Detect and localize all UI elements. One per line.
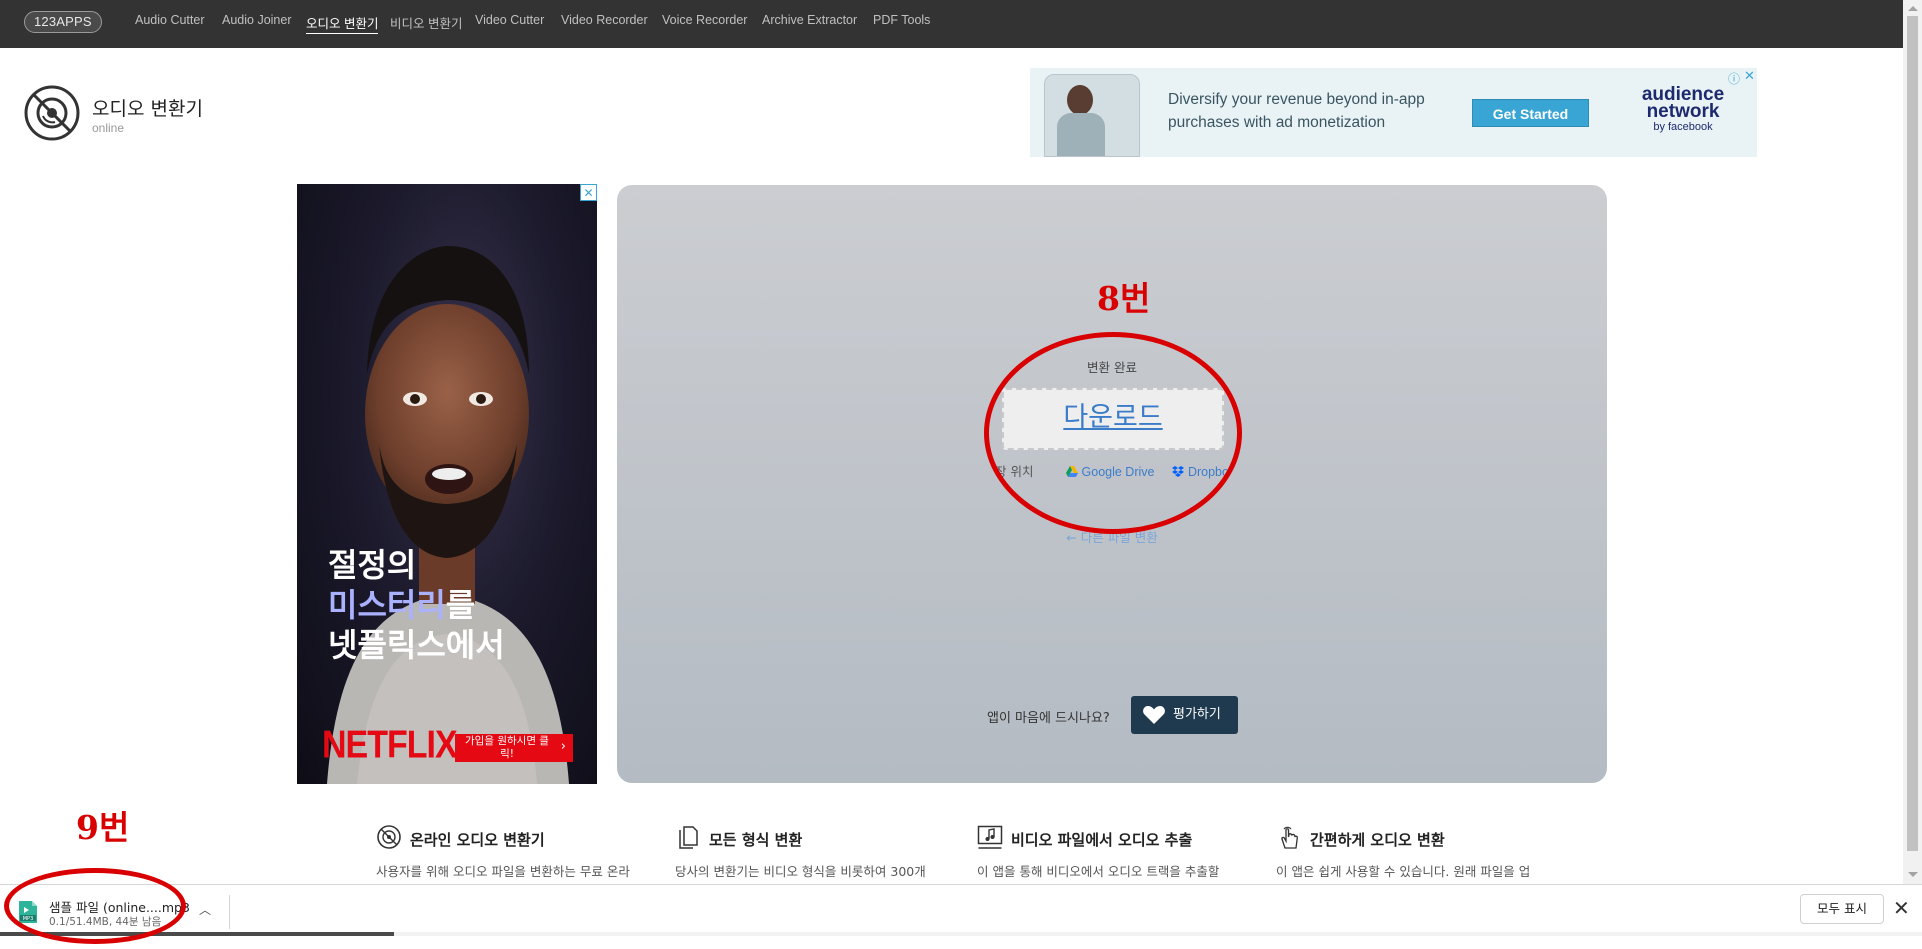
- nav-link-video-recorder[interactable]: Video Recorder: [561, 13, 648, 27]
- download-shelf: MP3 샘플 파일 (online....mp3 0.1/51.4MB, 44분…: [0, 884, 1922, 949]
- annotation-step-8: 8번: [1097, 279, 1151, 318]
- vertical-scrollbar[interactable]: [1903, 0, 1922, 884]
- show-all-downloads-button[interactable]: 모두 표시: [1800, 894, 1884, 924]
- netflix-logo: NETFLIX: [322, 723, 458, 767]
- rate-question: 앱이 마음에 드시나요?: [987, 711, 1110, 726]
- nav-link-audio-converter[interactable]: 오디오 변환기: [306, 13, 379, 34]
- ad-phone-image: [1044, 74, 1140, 157]
- ad-portrait-image: [327, 246, 569, 784]
- ad-side-line2: 미스터리를: [328, 585, 505, 625]
- ad-brand-sub: by facebook: [1653, 121, 1713, 133]
- feature-title: 간편하게 오디오 변환: [1310, 831, 1445, 849]
- annotation-step-9: 9번: [76, 808, 130, 847]
- top-nav: 123APPS Audio Cutter Audio Joiner 오디오 변환…: [0, 0, 1903, 48]
- rate-button-label: 평가하기: [1173, 707, 1221, 722]
- close-shelf-icon[interactable]: ✕: [1893, 896, 1910, 920]
- heart-icon: [1143, 706, 1165, 724]
- feature-title: 비디오 파일에서 오디오 추출: [1011, 831, 1193, 849]
- side-ad-banner[interactable]: ✕ 절정의 미스터리를 넷플릭스에서 NETFLIX 가입을 원하시면 클릭! …: [297, 184, 597, 784]
- nav-link-video-cutter[interactable]: Video Cutter: [475, 13, 544, 27]
- ad-side-line1: 절정의: [328, 546, 417, 584]
- download-progress-bar: [0, 932, 1922, 936]
- brand-logo[interactable]: 123APPS: [24, 11, 102, 33]
- rate-button[interactable]: 평가하기: [1131, 696, 1238, 734]
- ad-side-line3: 넷플릭스에서: [328, 626, 505, 664]
- scroll-up-arrow-icon[interactable]: [1908, 6, 1918, 11]
- nav-link-archive-extractor[interactable]: Archive Extractor: [762, 13, 857, 27]
- ad-get-started-button[interactable]: Get Started: [1472, 99, 1589, 127]
- hand-pointer-icon: [1281, 826, 1298, 849]
- ad-info-icon[interactable]: ⓘ: [1728, 70, 1740, 87]
- app-title: 오디오 변환기: [92, 98, 203, 120]
- ad-side-highlight: 미스터리: [328, 586, 446, 624]
- ad-side-cta-button[interactable]: 가입을 원하시면 클릭! ›: [455, 734, 573, 762]
- feature-desc: 사용자를 위해 오디오 파일을 변환하는 무료 온라: [376, 864, 630, 879]
- top-ad-banner[interactable]: Diversify your revenue beyond in-app pur…: [1030, 68, 1757, 157]
- files-icon: [679, 826, 698, 849]
- shelf-divider: [229, 895, 230, 929]
- ad-person-body: [1057, 113, 1105, 156]
- scroll-down-arrow-icon[interactable]: [1908, 872, 1918, 877]
- chevron-right-icon: ›: [560, 739, 566, 754]
- audio-converter-logo-icon: [24, 85, 80, 141]
- nav-link-voice-recorder[interactable]: Voice Recorder: [662, 13, 747, 27]
- ad-side-cta-label: 가입을 원하시면 클릭!: [465, 735, 549, 760]
- feature-title: 모든 형식 변환: [709, 831, 803, 849]
- feature-desc: 이 앱을 통해 비디오에서 오디오 트랙을 추출할: [977, 864, 1220, 879]
- feature-desc: 이 앱은 쉽게 사용할 수 있습니다. 원래 파일을 업: [1276, 864, 1531, 879]
- ad-side-line2-rest: 를: [445, 586, 476, 624]
- ad-top-text: Diversify your revenue beyond in-app pur…: [1168, 91, 1425, 131]
- nav-link-audio-joiner[interactable]: Audio Joiner: [222, 13, 292, 27]
- ad-person-head: [1067, 85, 1093, 115]
- nav-link-pdf-tools[interactable]: PDF Tools: [873, 13, 930, 27]
- music-note-icon: [977, 825, 1003, 849]
- ad-brand-logo: audience network by facebook: [1628, 84, 1738, 134]
- ad-side-close-icon[interactable]: ✕: [580, 184, 597, 201]
- feature-title: 온라인 오디오 변환기: [410, 831, 545, 849]
- nav-link-video-converter[interactable]: 비디오 변환기: [390, 13, 462, 32]
- chevron-up-icon[interactable]: ︿: [199, 901, 211, 918]
- annotation-ellipse-9: [4, 868, 186, 944]
- scroll-thumb[interactable]: [1907, 16, 1918, 851]
- disc-icon: [377, 825, 401, 849]
- app-subtitle: online: [92, 121, 125, 135]
- nav-link-audio-cutter[interactable]: Audio Cutter: [135, 13, 204, 27]
- annotation-ellipse-8: [984, 332, 1242, 534]
- feature-desc: 당사의 변환기는 비디오 형식을 비롯하여 300개: [675, 864, 926, 879]
- ad-side-copy: 절정의 미스터리를 넷플릭스에서: [328, 545, 505, 665]
- ad-brand-main: audience network: [1641, 84, 1725, 122]
- ad-close-icon[interactable]: ✕: [1744, 69, 1755, 84]
